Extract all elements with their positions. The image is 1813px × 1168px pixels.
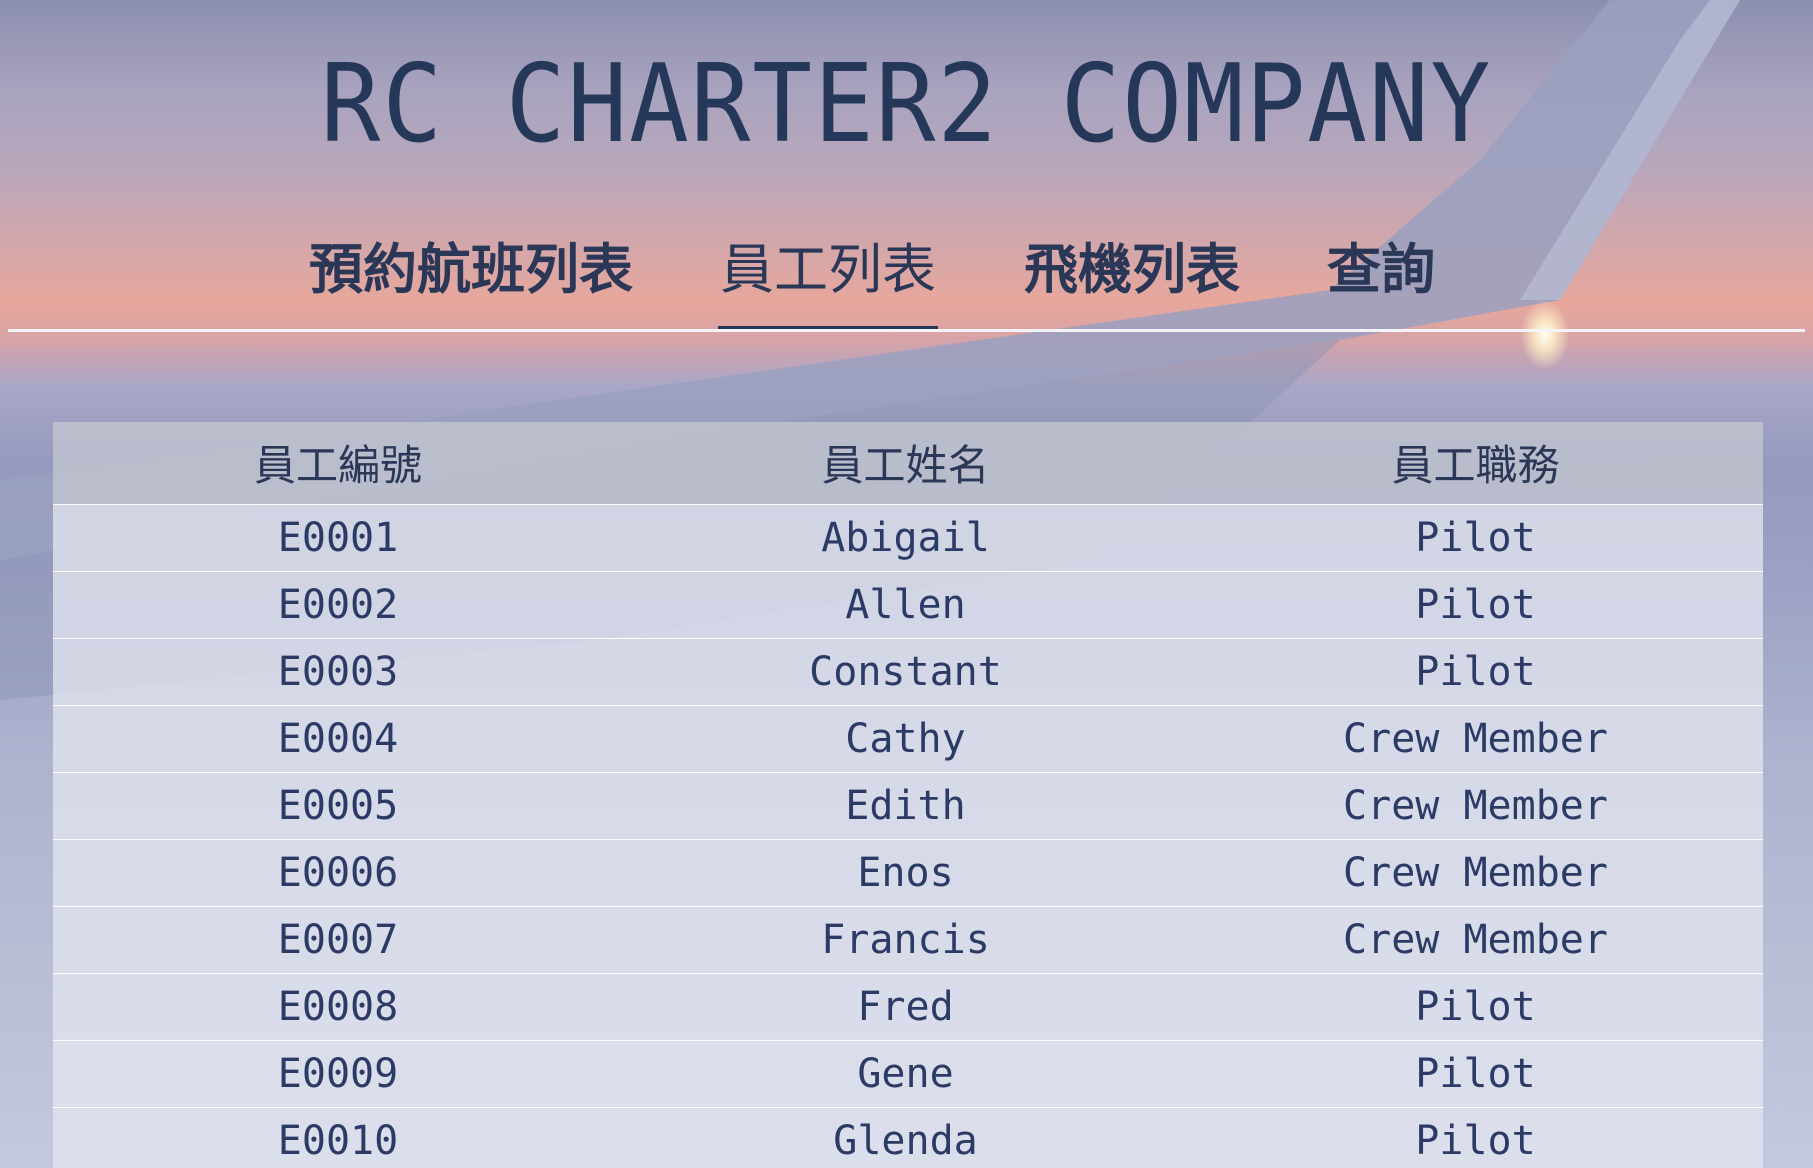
table-row: E0008 Fred Pilot <box>53 973 1763 1040</box>
employee-name-cell: Constant <box>809 648 1002 695</box>
employee-id-cell: E0004 <box>277 715 399 762</box>
employee-id-cell: E0009 <box>277 1050 399 1097</box>
employee-table: 員工編號 員工姓名 員工職務 E0001 Abigail Pilot E0002… <box>53 422 1763 1168</box>
employee-id-cell: E0006 <box>277 849 399 896</box>
employee-role-cell: Crew Member <box>1343 715 1608 762</box>
table-row: E0005 Edith Crew Member <box>53 772 1763 839</box>
main-nav: 預約航班列表 員工列表 飛機列表 查詢 <box>0 222 1813 332</box>
employee-role-cell: Crew Member <box>1343 849 1608 896</box>
employee-id-cell: E0010 <box>277 1117 399 1164</box>
employee-role-cell: Pilot <box>1415 1117 1536 1164</box>
employee-role-cell: Pilot <box>1415 514 1536 561</box>
employee-id-cell: E0001 <box>277 514 399 561</box>
employee-table-container: 員工編號 員工姓名 員工職務 E0001 Abigail Pilot E0002… <box>53 422 1763 1168</box>
tab-flight-reservations[interactable]: 預約航班列表 <box>306 222 636 326</box>
page-title: RC CHARTER2 COMPANY <box>320 42 1493 167</box>
table-row: E0003 Constant Pilot <box>53 638 1763 705</box>
employee-role-cell: Crew Member <box>1343 782 1608 829</box>
employee-role-cell: Crew Member <box>1343 916 1608 963</box>
table-row: E0002 Allen Pilot <box>53 571 1763 638</box>
table-row: E0007 Francis Crew Member <box>53 906 1763 973</box>
tab-employees[interactable]: 員工列表 <box>718 222 938 330</box>
tab-aircraft[interactable]: 飛機列表 <box>1022 222 1242 326</box>
table-header-row: 員工編號 員工姓名 員工職務 <box>53 422 1763 504</box>
employee-name-cell: Francis <box>821 916 990 963</box>
column-header-employee-name: 員工姓名 <box>821 441 990 491</box>
tab-search[interactable]: 查詢 <box>1326 222 1436 326</box>
employee-role-cell: Pilot <box>1415 983 1536 1030</box>
employee-name-cell: Edith <box>845 782 966 829</box>
column-header-employee-role: 員工職務 <box>1391 441 1560 491</box>
employee-role-cell: Pilot <box>1415 1050 1536 1097</box>
employee-id-cell: E0005 <box>277 782 399 829</box>
employee-role-cell: Pilot <box>1415 581 1536 628</box>
table-row: E0009 Gene Pilot <box>53 1040 1763 1107</box>
employee-role-cell: Pilot <box>1415 648 1536 695</box>
nav-divider <box>8 329 1805 332</box>
employee-id-cell: E0002 <box>277 581 399 628</box>
employee-name-cell: Allen <box>845 581 966 628</box>
table-row: E0010 Glenda Pilot <box>53 1107 1763 1168</box>
employee-id-cell: E0007 <box>277 916 399 963</box>
table-row: E0004 Cathy Crew Member <box>53 705 1763 772</box>
employee-name-cell: Glenda <box>833 1117 978 1164</box>
employee-name-cell: Abigail <box>821 514 990 561</box>
column-header-employee-id: 員工編號 <box>253 441 422 491</box>
employee-id-cell: E0003 <box>277 648 399 695</box>
employee-name-cell: Fred <box>857 983 954 1030</box>
table-row: E0001 Abigail Pilot <box>53 504 1763 571</box>
employee-id-cell: E0008 <box>277 983 399 1030</box>
table-row: E0006 Enos Crew Member <box>53 839 1763 906</box>
employee-name-cell: Cathy <box>845 715 966 762</box>
employee-name-cell: Enos <box>857 849 954 896</box>
employee-name-cell: Gene <box>857 1050 954 1097</box>
